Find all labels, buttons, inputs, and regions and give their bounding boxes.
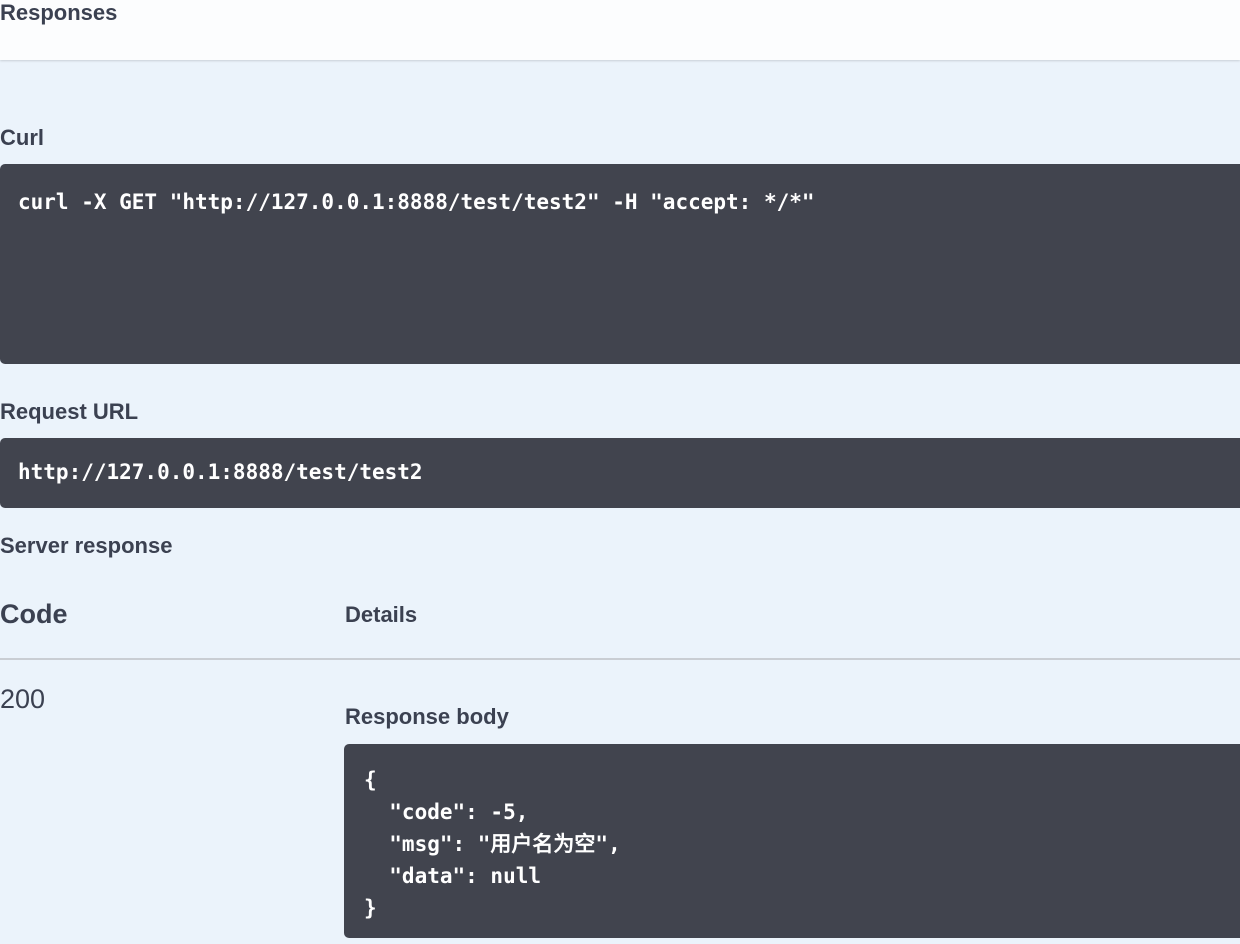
responses-title: Responses <box>0 0 118 25</box>
curl-command-box[interactable]: curl -X GET "http://127.0.0.1:8888/test/… <box>0 164 1240 364</box>
response-body-line: { <box>364 768 377 792</box>
response-body-label: Response body <box>345 704 509 729</box>
table-divider <box>0 658 1240 660</box>
response-status-code: 200 <box>0 684 46 714</box>
request-url-label: Request URL <box>0 399 139 424</box>
response-body-line: "code": -5, <box>364 800 529 824</box>
response-body-line: } <box>364 896 377 920</box>
server-response-label: Server response <box>0 533 173 558</box>
details-column-header: Details <box>345 602 418 627</box>
request-url-box[interactable]: http://127.0.0.1:8888/test/test2 <box>0 438 1240 508</box>
response-body-line: "data": null <box>364 864 542 888</box>
code-column-header: Code <box>0 599 68 629</box>
response-body-box[interactable]: { "code": -5, "msg": "用户名为空", "data": nu… <box>344 744 1240 938</box>
responses-header: Responses <box>0 0 1240 60</box>
response-body-line: "msg": "用户名为空", <box>364 832 621 856</box>
curl-label: Curl <box>0 125 44 150</box>
